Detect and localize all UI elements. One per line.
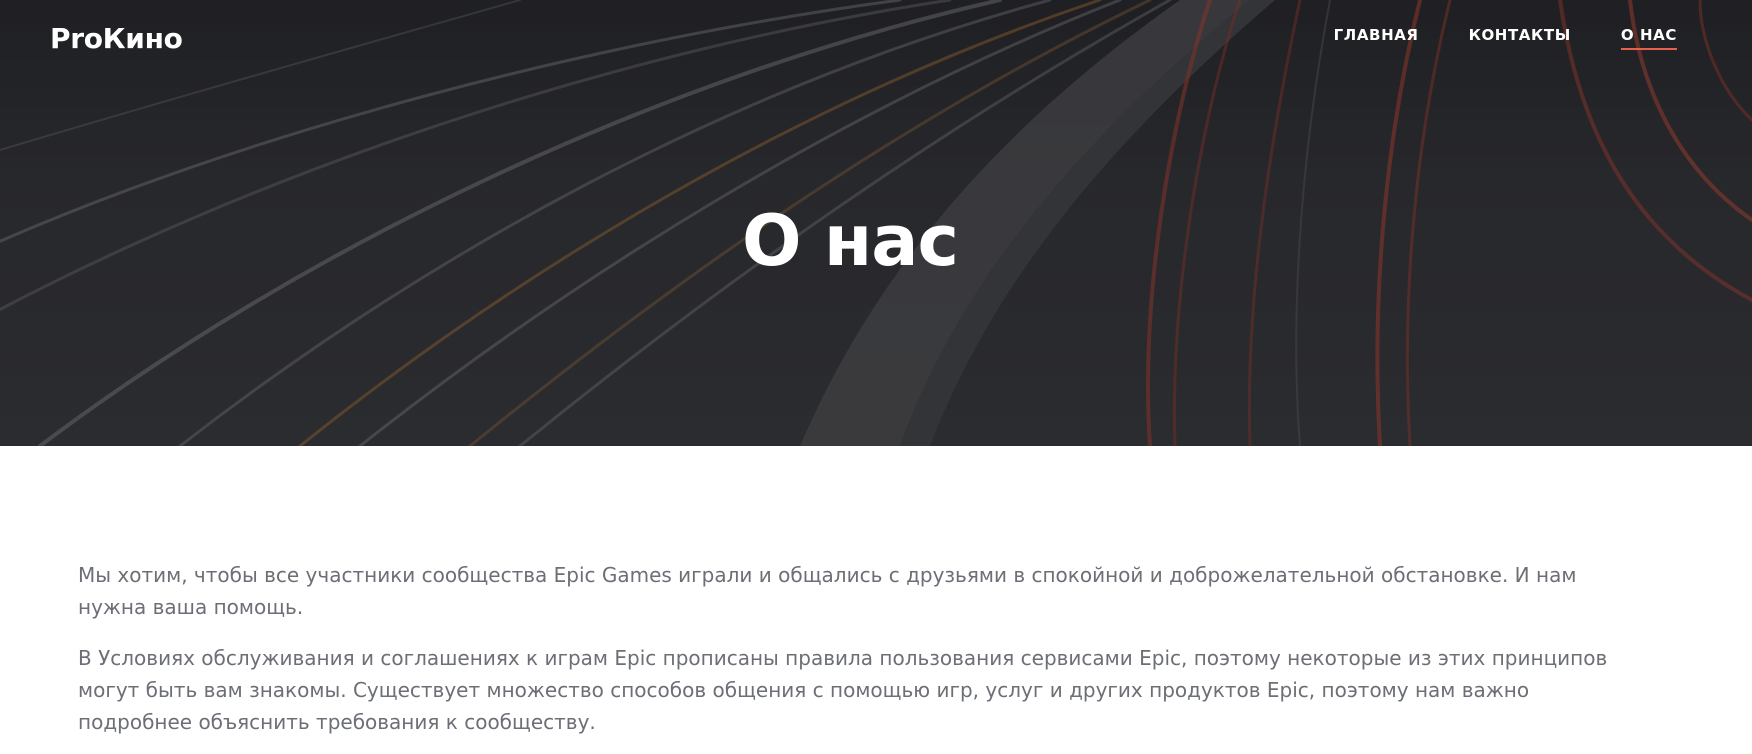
nav-item-home[interactable]: ГЛАВНАЯ [1334, 26, 1419, 50]
nav-item-about[interactable]: О НАС [1620, 26, 1677, 50]
main-content: Мы хотим, чтобы все участники сообщества… [0, 446, 1752, 738]
nav-menu: ГЛАВНАЯ КОНТАКТЫ О НАС [1334, 26, 1677, 50]
hero-header: ProКино ГЛАВНАЯ КОНТАКТЫ О НАС О нас [0, 0, 1752, 446]
content-paragraph: В Условиях обслуживания и соглашениях к … [78, 646, 1608, 734]
brand-logo-link[interactable]: ProКино [50, 22, 183, 55]
top-navbar: ProКино ГЛАВНАЯ КОНТАКТЫ О НАС [0, 0, 1752, 76]
page-title: О нас [742, 200, 959, 282]
nav-item-contacts[interactable]: КОНТАКТЫ [1469, 26, 1571, 50]
content-paragraph: Мы хотим, чтобы все участники сообщества… [78, 563, 1577, 619]
